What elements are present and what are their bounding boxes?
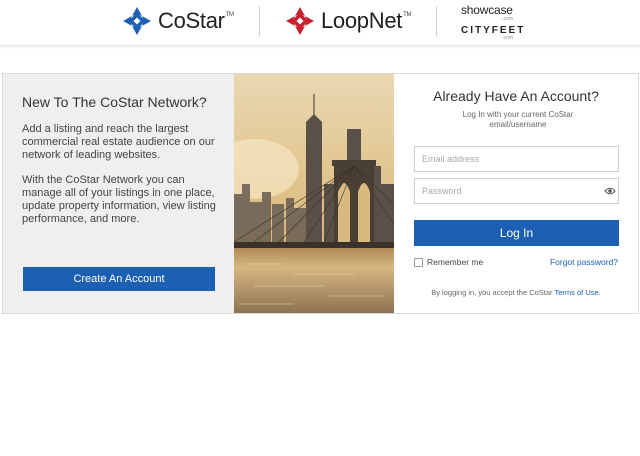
eye-icon[interactable]	[604, 185, 616, 197]
forgot-password-link[interactable]: Forgot password?	[550, 257, 618, 267]
new-account-title: New To The CoStar Network?	[22, 94, 207, 110]
network-benefits-description: With the CoStar Network you can manage a…	[22, 174, 216, 225]
login-button[interactable]: Log In	[414, 220, 619, 246]
create-account-button[interactable]: Create An Account	[23, 267, 215, 291]
city-skyline-image	[234, 74, 394, 313]
loopnet-logo-icon	[286, 7, 314, 35]
costar-logo-icon	[123, 7, 151, 35]
top-header: CoStarTM LoopNetTM showcase .com CITYFEE…	[0, 0, 640, 46]
terms-notice: By logging in, you accept the CoStar Ter…	[394, 288, 638, 297]
login-section: Already Have An Account? Log In with you…	[394, 74, 638, 313]
costar-brand-link[interactable]: CoStarTM	[122, 6, 234, 36]
new-account-section: New To The CoStar Network? Add a listing…	[3, 74, 234, 313]
loopnet-wordmark: LoopNetTM	[321, 8, 412, 33]
password-field[interactable]	[414, 178, 619, 204]
new-account-description: Add a listing and reach the largest comm…	[22, 123, 215, 161]
header-divider	[259, 6, 260, 36]
loopnet-brand-link[interactable]: LoopNetTM	[285, 6, 411, 36]
login-subtitle: Log In with your current CoStar email/us…	[462, 110, 574, 129]
cityfeet-domain: .com	[502, 35, 513, 41]
login-title: Already Have An Account?	[433, 88, 599, 104]
header-divider	[436, 6, 437, 36]
terms-of-use-link[interactable]: Terms of Use.	[555, 288, 601, 297]
remember-me-label: Remember me	[427, 257, 484, 267]
showcase-cityfeet-brand[interactable]: showcase .com CITYFEET .com	[461, 3, 523, 41]
remember-me-checkbox[interactable]	[414, 257, 423, 267]
terms-text: By logging in, you accept the CoStar	[431, 288, 555, 297]
account-panel: New To The CoStar Network? Add a listing…	[2, 73, 639, 314]
costar-wordmark: CoStarTM	[158, 8, 234, 33]
email-field[interactable]	[414, 146, 619, 172]
remember-me: Remember me	[414, 257, 483, 267]
showcase-wordmark: showcase	[461, 3, 513, 17]
